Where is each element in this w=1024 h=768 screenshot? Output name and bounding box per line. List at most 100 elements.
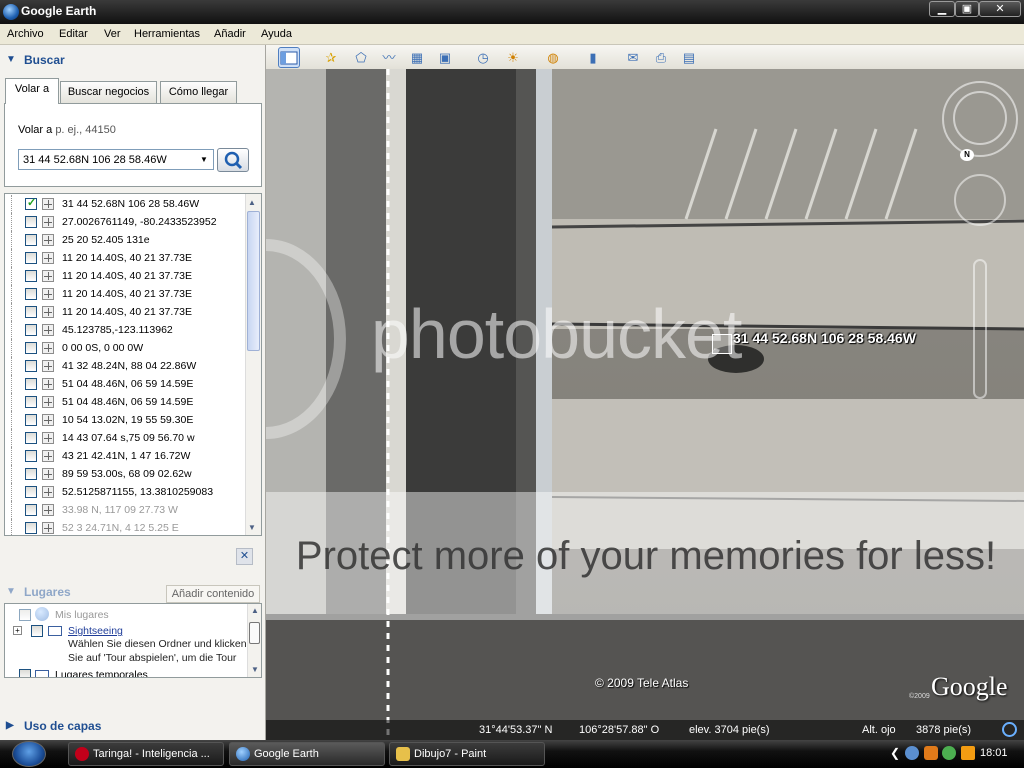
result-checkbox[interactable] (25, 396, 37, 408)
email-icon[interactable]: ✉ (622, 47, 644, 68)
placemark-label[interactable]: 31 44 52.68N 106 28 58.46W (733, 330, 916, 346)
result-row[interactable]: 52.5125871155, 13.3810259083 (5, 483, 245, 501)
zoom-slider[interactable] (973, 259, 987, 399)
result-checkbox[interactable] (25, 414, 37, 426)
result-row[interactable]: 11 20 14.40S, 40 21 37.73E (5, 249, 245, 267)
sightseeing-link[interactable]: Sightseeing (68, 625, 123, 637)
task-taringa[interactable]: Taringa! - Inteligencia ... (68, 742, 224, 766)
polygon-icon[interactable]: ⬠ (350, 47, 372, 68)
result-row[interactable]: 11 20 14.40S, 40 21 37.73E (5, 267, 245, 285)
scroll-up-icon[interactable]: ▲ (251, 606, 259, 615)
task-google-earth[interactable]: Google Earth (229, 742, 385, 766)
result-row[interactable]: 89 59 53.00s, 68 09 02.62w (5, 465, 245, 483)
tray-expand-icon[interactable]: ❮ (890, 746, 900, 760)
search-button[interactable] (217, 148, 249, 172)
print-icon[interactable]: ⎙ (650, 47, 672, 68)
result-row[interactable]: 11 20 14.40S, 40 21 37.73E (5, 285, 245, 303)
placemark-icon[interactable]: ✰ (320, 47, 342, 68)
look-joystick[interactable] (953, 91, 1007, 145)
result-row[interactable]: 41 32 48.24N, 88 04 22.86W (5, 357, 245, 375)
map-view[interactable]: 31 44 52.68N 106 28 58.46W photobucket P… (266, 69, 1024, 740)
path-icon[interactable]: 〰 (378, 47, 400, 68)
menu-ayuda[interactable]: Ayuda (261, 28, 292, 40)
checkbox[interactable] (19, 609, 31, 621)
layers-section-header[interactable]: ▶ Uso de capas (0, 713, 265, 738)
menu-editar[interactable]: Editar (59, 28, 88, 40)
menu-archivo[interactable]: Archivo (7, 28, 44, 40)
result-checkbox[interactable] (25, 468, 37, 480)
scroll-down-icon[interactable]: ▼ (251, 665, 259, 674)
scroll-thumb[interactable] (247, 211, 260, 351)
add-content-button[interactable]: Añadir contenido (166, 585, 260, 603)
result-checkbox[interactable] (25, 378, 37, 390)
result-row[interactable]: 31 44 52.68N 106 28 58.46W (5, 195, 245, 213)
result-row[interactable]: 51 04 48.46N, 06 59 14.59E (5, 375, 245, 393)
dropdown-arrow-icon[interactable]: ▼ (197, 152, 211, 167)
menu-anadir[interactable]: Añadir (214, 28, 246, 40)
result-checkbox[interactable] (25, 216, 37, 228)
messenger-icon[interactable] (942, 746, 956, 760)
start-button[interactable] (12, 741, 46, 767)
result-row[interactable]: 45.123785,-123.113962 (5, 321, 245, 339)
move-joystick[interactable] (954, 174, 1006, 226)
security-icon[interactable] (924, 746, 938, 760)
result-checkbox[interactable] (25, 306, 37, 318)
ruler-icon[interactable]: ▮ (582, 47, 604, 68)
sunlight-icon[interactable]: ☀ (502, 47, 524, 68)
result-checkbox[interactable] (25, 196, 37, 210)
temp-places-row[interactable]: Lugares temporales (5, 666, 245, 677)
result-checkbox[interactable] (25, 270, 37, 282)
result-row[interactable]: 14 43 07.64 s,75 09 56.70 w (5, 429, 245, 447)
result-checkbox[interactable] (25, 252, 37, 264)
tab-buscar-negocios[interactable]: Buscar negocios (60, 81, 157, 103)
search-section-header[interactable]: ▼ Buscar (0, 47, 265, 72)
result-checkbox[interactable] (25, 234, 37, 246)
planets-icon[interactable]: ◍ (542, 47, 564, 68)
scroll-thumb[interactable] (249, 622, 260, 644)
menu-ver[interactable]: Ver (104, 28, 121, 40)
checkbox[interactable] (31, 625, 43, 637)
result-checkbox[interactable] (25, 288, 37, 300)
record-tour-icon[interactable]: ▣ (434, 47, 456, 68)
result-checkbox[interactable] (25, 324, 37, 336)
result-checkbox[interactable] (25, 522, 37, 534)
minimize-button[interactable]: ▁ (929, 1, 955, 17)
result-checkbox[interactable] (25, 486, 37, 498)
scroll-up-icon[interactable]: ▲ (248, 198, 256, 207)
result-checkbox[interactable] (25, 450, 37, 462)
media-icon[interactable] (961, 746, 975, 760)
result-row[interactable]: 27.0026761149, -80.2433523952 (5, 213, 245, 231)
result-row[interactable]: 51 04 48.46N, 06 59 14.59E (5, 393, 245, 411)
task-paint[interactable]: Dibujo7 - Paint (389, 742, 545, 766)
expand-icon[interactable]: + (13, 626, 22, 635)
result-row[interactable]: 25 20 52.405 131e (5, 231, 245, 249)
result-checkbox[interactable] (25, 342, 37, 354)
result-row[interactable]: 0 00 0S, 0 00 0W (5, 339, 245, 357)
close-button[interactable]: ✕ (979, 1, 1021, 17)
result-row[interactable]: 11 20 14.40S, 40 21 37.73E (5, 303, 245, 321)
result-checkbox[interactable] (25, 360, 37, 372)
result-checkbox[interactable] (25, 504, 37, 516)
maximize-button[interactable]: ▣ (955, 1, 979, 17)
scroll-down-icon[interactable]: ▼ (248, 523, 256, 532)
result-row[interactable]: 52 3 24.71N, 4 12 5.25 E (5, 519, 245, 535)
view-in-maps-icon[interactable]: ▤ (678, 47, 700, 68)
result-row[interactable]: 33.98 N, 117 09 27.73 W (5, 501, 245, 519)
fly-to-input[interactable] (18, 149, 214, 170)
image-overlay-icon[interactable]: ▦ (406, 47, 428, 68)
historical-imagery-icon[interactable]: ◷ (472, 47, 494, 68)
results-scrollbar[interactable]: ▲ ▼ (245, 194, 261, 535)
tab-volar-a[interactable]: Volar a (5, 78, 59, 104)
sidebar-toggle-icon[interactable] (278, 47, 300, 68)
compass-north[interactable]: N (960, 149, 974, 161)
places-scrollbar[interactable]: ▲ ▼ (247, 604, 261, 677)
network-icon[interactable] (905, 746, 919, 760)
close-results-button[interactable]: ✕ (236, 548, 253, 565)
tab-como-llegar[interactable]: Cómo llegar (160, 81, 237, 103)
result-checkbox[interactable] (25, 432, 37, 444)
checkbox[interactable] (19, 669, 31, 677)
result-row[interactable]: 43 21 42.41N, 1 47 16.72W (5, 447, 245, 465)
menu-herramientas[interactable]: Herramientas (134, 28, 200, 40)
result-row[interactable]: 10 54 13.02N, 19 55 59.30E (5, 411, 245, 429)
clock[interactable]: 18:01 (980, 747, 1008, 759)
